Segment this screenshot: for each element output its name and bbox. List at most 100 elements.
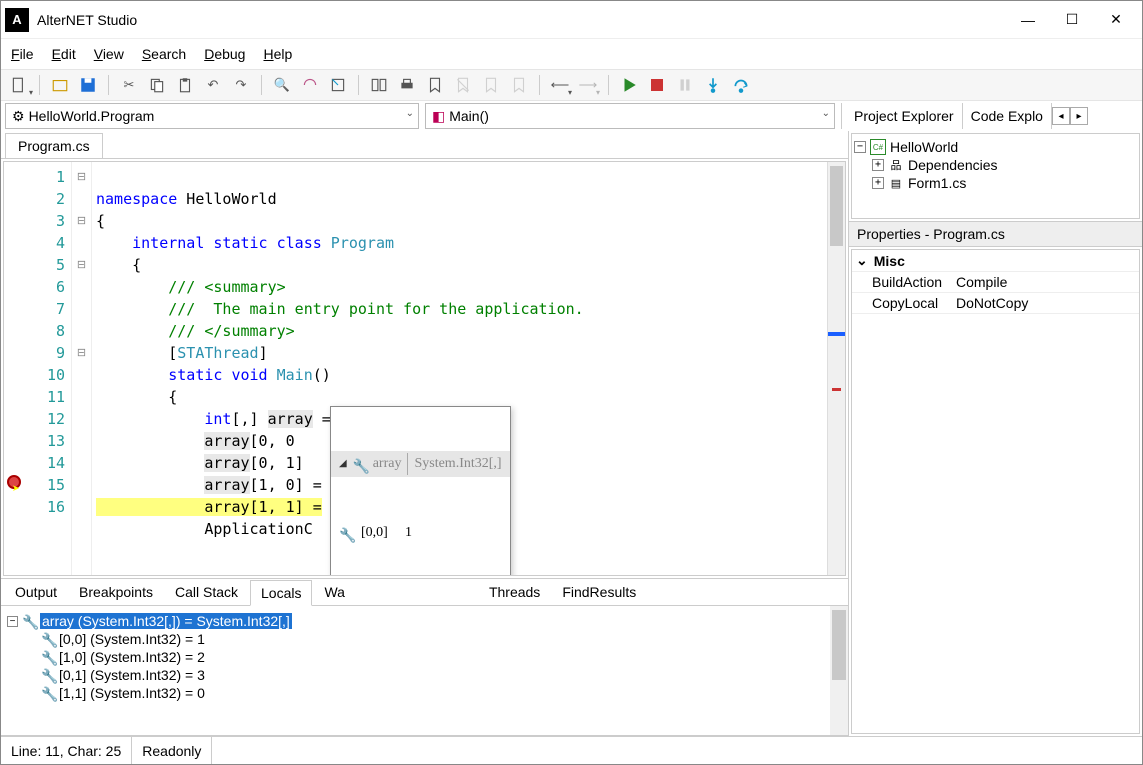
expand-icon[interactable]: + (872, 177, 884, 189)
bottom-tabstrip: Output Breakpoints Call Stack Locals Wa … (1, 578, 848, 606)
tab-scroll-left[interactable]: ◂ (1052, 107, 1070, 125)
find-icon[interactable]: 🔍 (270, 73, 294, 97)
nav-back-icon[interactable]: ⟵▾ (548, 73, 572, 97)
replace-icon[interactable] (298, 73, 322, 97)
bookmark-next-icon[interactable] (507, 73, 531, 97)
wrench-icon: 🔧 (41, 650, 55, 664)
menu-edit[interactable]: Edit (52, 46, 76, 62)
split-icon[interactable] (367, 73, 391, 97)
run-button[interactable] (617, 73, 641, 97)
locals-item-row[interactable]: 🔧[1,1] (System.Int32) = 0 (7, 684, 824, 702)
tab-breakpoints[interactable]: Breakpoints (69, 580, 163, 604)
collapse-icon[interactable]: − (854, 141, 866, 153)
method-icon: ◧ (432, 108, 445, 125)
expand-icon[interactable]: ◢ (339, 453, 347, 475)
menu-search[interactable]: Search (142, 46, 186, 62)
locals-item-row[interactable]: 🔧[0,0] (System.Int32) = 1 (7, 630, 824, 648)
pause-button[interactable] (673, 73, 697, 97)
locals-root-row[interactable]: − 🔧 array (System.Int32[,]) = System.Int… (7, 612, 824, 630)
datatip-type: System.Int32[,] (407, 453, 501, 475)
menu-view[interactable]: View (94, 46, 124, 62)
scrollbar-thumb[interactable] (830, 166, 843, 246)
new-file-icon[interactable]: ▾ (7, 73, 31, 97)
wrench-icon: 🔧 (41, 632, 55, 646)
properties-grid[interactable]: ⌄ Misc BuildAction Compile CopyLocal DoN… (851, 249, 1140, 734)
breakpoint-gutter[interactable]: ➤ (4, 162, 24, 575)
menu-debug[interactable]: Debug (204, 46, 245, 62)
locals-scrollbar[interactable] (830, 606, 848, 735)
tab-code-explorer[interactable]: Code Explo (963, 103, 1052, 129)
bookmark-prev-icon[interactable] (479, 73, 503, 97)
project-explorer[interactable]: − C# HelloWorld + 品 Dependencies + ▤ For… (851, 133, 1140, 219)
stop-button[interactable] (645, 73, 669, 97)
wrench-icon: 🔧 (339, 526, 353, 540)
code-editor[interactable]: ➤ 12345678910111213141516 ⊟ ⊟ ⊟ ⊟ namesp… (3, 161, 846, 576)
editor-tabstrip: Program.cs (1, 131, 848, 159)
titlebar: A AlterNET Studio — ☐ ✕ (1, 1, 1142, 39)
dependencies-node[interactable]: + 品 Dependencies (854, 156, 1137, 174)
wrench-icon: 🔧 (41, 668, 55, 682)
bookmark-icon[interactable] (423, 73, 447, 97)
main-area: Program.cs ➤ 12345678910111213141516 ⊟ ⊟… (1, 131, 1142, 736)
expand-icon[interactable]: + (872, 159, 884, 171)
tab-threads[interactable]: Threads (479, 580, 550, 604)
chevron-down-icon: ⌄ (406, 108, 414, 119)
step-over-icon[interactable] (729, 73, 753, 97)
gear-icon: ⚙ (12, 108, 25, 125)
tab-program-cs[interactable]: Program.cs (5, 133, 103, 158)
menu-help[interactable]: Help (263, 46, 292, 62)
copy-icon[interactable] (145, 73, 169, 97)
method-combo[interactable]: ◧ Main() ⌄ (425, 103, 835, 129)
current-line-marker-icon: ➤ (4, 474, 24, 496)
bookmark-clear-icon[interactable] (451, 73, 475, 97)
scrollbar-thumb[interactable] (832, 610, 846, 680)
property-value[interactable]: DoNotCopy (952, 293, 1139, 313)
minimize-button[interactable]: — (1006, 5, 1050, 35)
app-window: A AlterNET Studio — ☐ ✕ File Edit View S… (0, 0, 1143, 765)
goto-icon[interactable] (326, 73, 350, 97)
wrench-icon: 🔧 (22, 614, 36, 628)
close-button[interactable]: ✕ (1094, 5, 1138, 35)
property-row[interactable]: CopyLocal DoNotCopy (852, 293, 1139, 314)
properties-title: Properties - Program.cs (849, 221, 1142, 247)
step-into-icon[interactable] (701, 73, 725, 97)
property-row[interactable]: BuildAction Compile (852, 272, 1139, 293)
menu-file[interactable]: File (11, 46, 34, 62)
datatip-header[interactable]: ◢ 🔧 array System.Int32[,] (331, 451, 510, 477)
nav-forward-icon[interactable]: ⟶▾ (576, 73, 600, 97)
project-root-node[interactable]: − C# HelloWorld (854, 138, 1137, 156)
class-combo[interactable]: ⚙ HelloWorld.Program ⌄ (5, 103, 419, 129)
form-file-icon: ▤ (888, 175, 904, 191)
chevron-down-icon: ⌄ (856, 252, 868, 269)
property-category[interactable]: ⌄ Misc (852, 250, 1139, 272)
tab-findresults[interactable]: FindResults (552, 580, 646, 604)
property-value[interactable]: Compile (952, 272, 1139, 292)
undo-icon[interactable]: ↶ (201, 73, 225, 97)
print-icon[interactable] (395, 73, 419, 97)
cut-icon[interactable]: ✂ (117, 73, 141, 97)
tab-project-explorer[interactable]: Project Explorer (846, 103, 963, 129)
tab-callstack[interactable]: Call Stack (165, 580, 248, 604)
locals-item-row[interactable]: 🔧[1,0] (System.Int32) = 2 (7, 648, 824, 666)
editor-scrollbar[interactable] (827, 162, 845, 575)
open-file-icon[interactable] (48, 73, 72, 97)
redo-icon[interactable]: ↷ (229, 73, 253, 97)
collapse-icon[interactable]: − (7, 616, 18, 627)
dependencies-label: Dependencies (908, 157, 998, 173)
datatip-row[interactable]: 🔧[0,0]1 (331, 521, 510, 545)
code-text[interactable]: namespace HelloWorld { internal static c… (92, 162, 827, 575)
tab-scroll-right[interactable]: ▸ (1070, 107, 1088, 125)
tab-output[interactable]: Output (5, 580, 67, 604)
window-title: AlterNET Studio (37, 12, 1006, 28)
tab-watches[interactable]: Wa (314, 580, 354, 604)
save-icon[interactable] (76, 73, 100, 97)
tab-locals[interactable]: Locals (250, 580, 312, 606)
datatip-name: array (373, 453, 402, 475)
file-node[interactable]: + ▤ Form1.cs (854, 174, 1137, 192)
paste-icon[interactable] (173, 73, 197, 97)
debugger-datatip[interactable]: ◢ 🔧 array System.Int32[,] 🔧[0,0]1 🔧[1,0]… (330, 406, 511, 576)
locals-tree[interactable]: − 🔧 array (System.Int32[,]) = System.Int… (1, 606, 830, 735)
fold-gutter[interactable]: ⊟ ⊟ ⊟ ⊟ (72, 162, 92, 575)
maximize-button[interactable]: ☐ (1050, 5, 1094, 35)
locals-item-row[interactable]: 🔧[0,1] (System.Int32) = 3 (7, 666, 824, 684)
